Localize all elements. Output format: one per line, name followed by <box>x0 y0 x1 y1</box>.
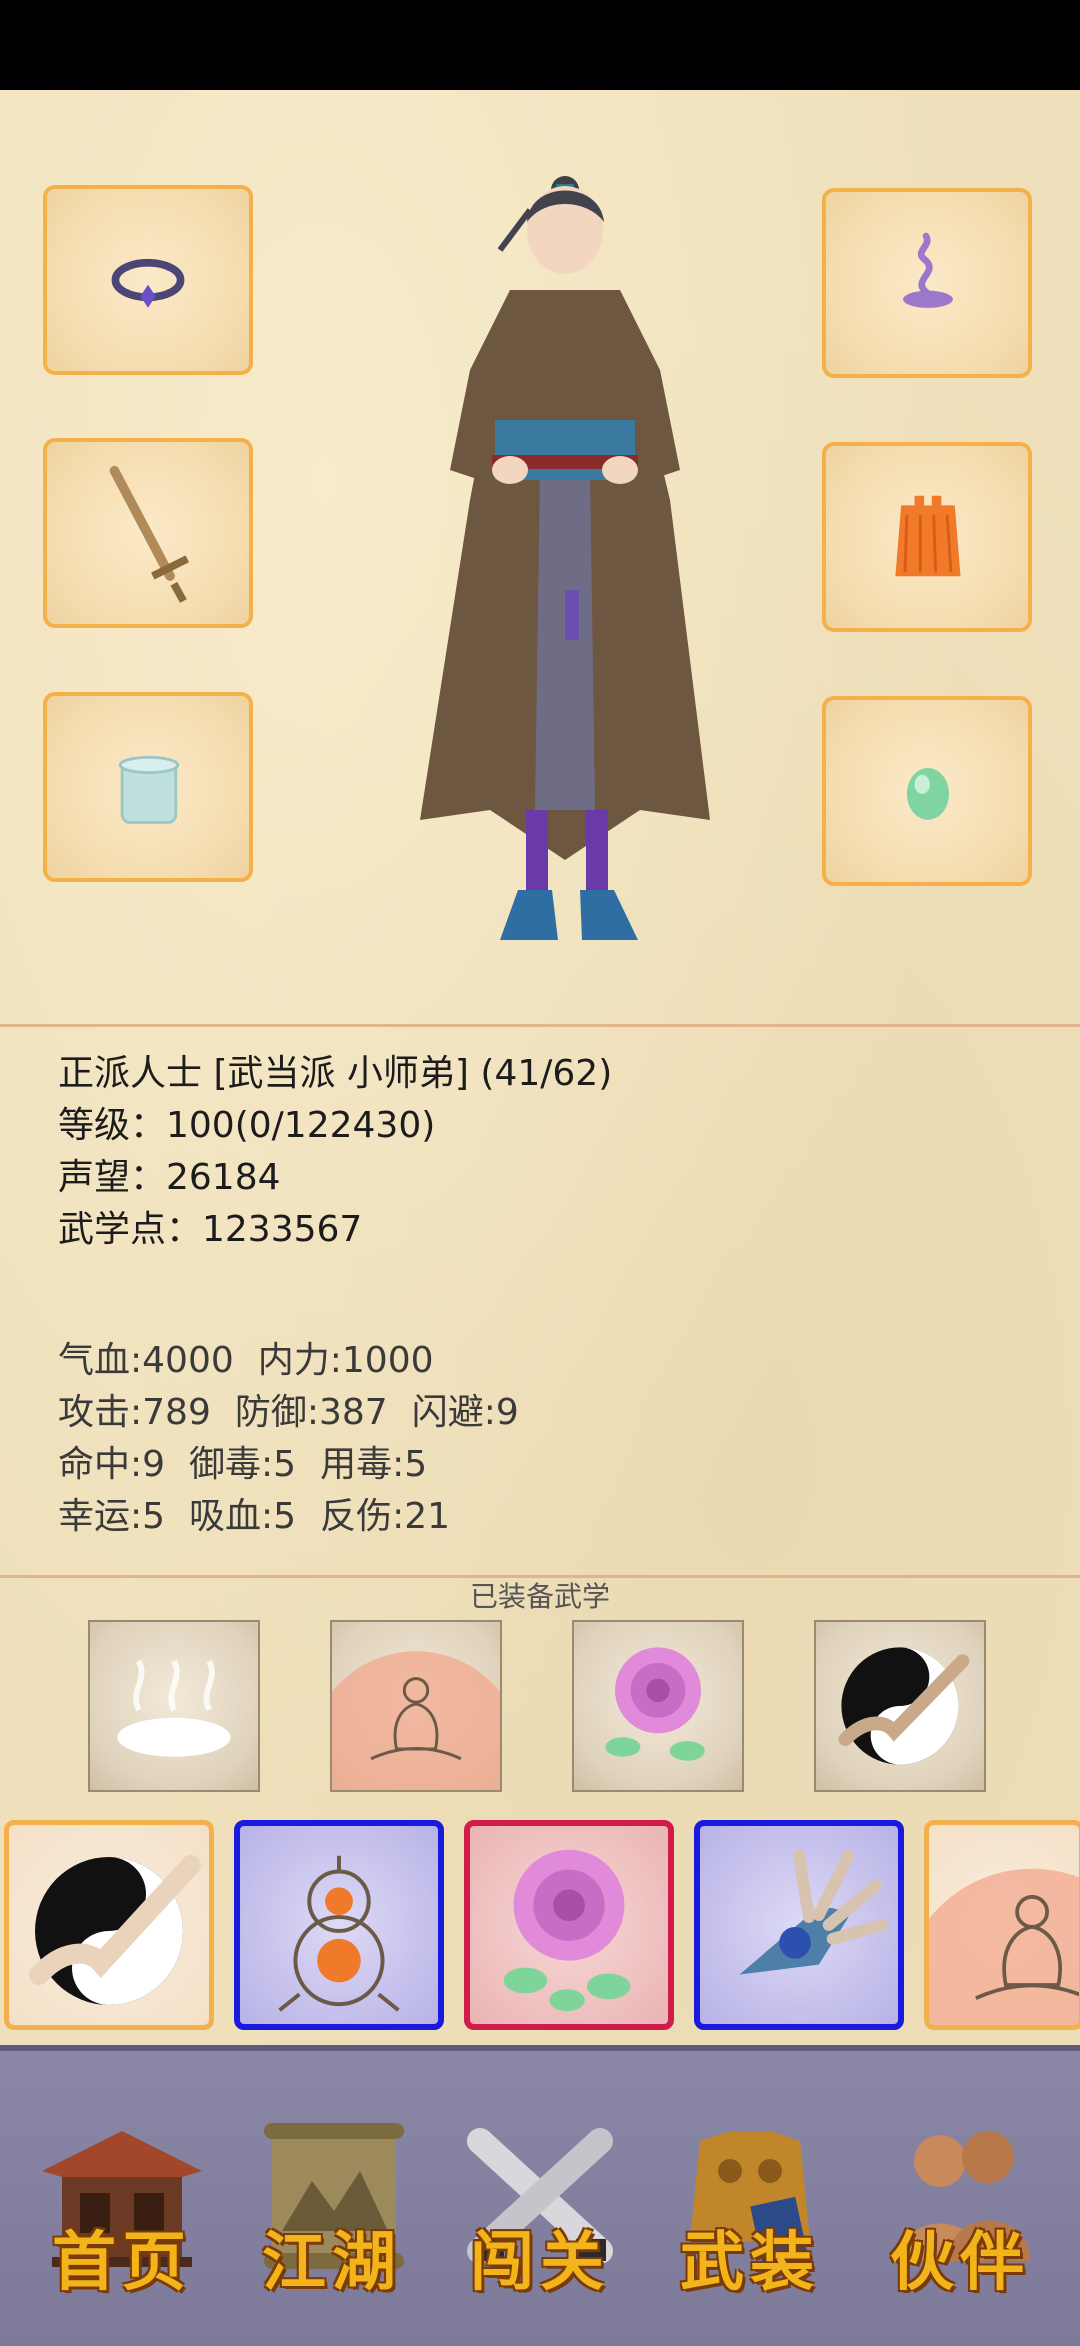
nav-challenge-label: 闯关 <box>470 2225 610 2300</box>
stat-hit: 命中:9 <box>58 1444 166 1485</box>
stat-poison-use: 用毒:5 <box>320 1444 428 1485</box>
sword-icon <box>109 465 189 603</box>
sect-title: 正派人士 [武当派 小师弟] (41/62) <box>58 1053 613 1094</box>
stat-attack: 攻击:789 <box>58 1392 211 1433</box>
stat-luck: 幸运:5 <box>58 1496 166 1537</box>
equipped-martial-slot-2[interactable] <box>308 1620 524 1867</box>
fame-line: 声望：26184 <box>58 1157 281 1198</box>
stat-lifesteal: 吸血:5 <box>189 1496 297 1537</box>
skill-card-meditation[interactable] <box>924 1820 1080 2030</box>
level-line: 等级：100(0/122430) <box>58 1105 436 1146</box>
equip-slot-incense[interactable] <box>822 188 1032 378</box>
stat-hp: 气血:4000 <box>58 1340 234 1381</box>
stat-defense: 防御:387 <box>234 1392 388 1433</box>
status-bar <box>0 0 1080 90</box>
stat-dodge: 闪避:9 <box>411 1392 519 1433</box>
skill-card-peony[interactable] <box>464 1820 674 2030</box>
skill-card-taiji[interactable] <box>4 1820 214 2030</box>
equipped-martial-slot-4[interactable] <box>814 1620 986 1792</box>
stat-poison-resist: 御毒:5 <box>189 1444 297 1485</box>
nav-gear-label: 武装 <box>680 2225 820 2300</box>
martial-points-line: 武学点：1233567 <box>58 1209 363 1250</box>
meditation-icon <box>308 1651 524 1867</box>
taiji-palm-icon <box>29 1855 201 2005</box>
claw-icon <box>739 1849 889 1975</box>
incense-icon <box>903 232 953 308</box>
stats-row: 命中:9 御毒:5 用毒:5 <box>58 1439 543 1491</box>
stats-row: 气血:4000 内力:1000 <box>58 1335 543 1387</box>
bracer-icon <box>118 755 180 824</box>
nav-partner[interactable]: 伙伴 <box>860 2111 1060 2311</box>
meditation-icon <box>929 1868 1079 2025</box>
attribute-stats: 气血:4000 内力:1000 攻击:789 防御:387 闪避:9 命中:9 御毒:5… <box>58 1335 543 1543</box>
equipped-martial-slot-3[interactable] <box>572 1620 744 1792</box>
equip-slot-weapon[interactable] <box>43 438 253 628</box>
peony-icon <box>605 1647 705 1761</box>
mist-icon <box>117 1659 231 1757</box>
skill-card-claw[interactable] <box>694 1820 904 2030</box>
nav-home-label: 首页 <box>52 2225 192 2300</box>
stat-internal: 内力:1000 <box>257 1340 434 1381</box>
equip-slot-jade[interactable] <box>822 696 1032 886</box>
peony-icon <box>503 1849 631 2012</box>
nav-gear[interactable]: 武装 <box>650 2111 850 2311</box>
divider-top <box>0 1024 1080 1027</box>
stat-reflect: 反伤:21 <box>320 1496 451 1537</box>
robe-icon <box>895 495 961 577</box>
jade-icon <box>906 768 950 820</box>
nav-jianghu[interactable]: 江湖 <box>232 2111 432 2311</box>
nav-home[interactable]: 首页 <box>22 2111 222 2311</box>
gourd-icon <box>278 1855 400 2012</box>
equipped-martial-title: 已装备武学 <box>469 1580 610 1613</box>
ring-icon <box>111 258 185 308</box>
character-info: 正派人士 [武当派 小师弟] (41/62) 等级：100(0/122430) … <box>58 1048 612 1256</box>
taiji-palm-icon <box>838 1647 970 1765</box>
skill-strip[interactable] <box>0 1812 1080 2040</box>
character-portrait <box>420 176 710 940</box>
stats-row: 幸运:5 吸血:5 反伤:21 <box>58 1491 543 1543</box>
skill-card-gourd[interactable] <box>234 1820 444 2030</box>
bottom-nav: 首页 江湖 闯关 武装 伙伴 <box>0 2045 1080 2346</box>
equip-slot-ring[interactable] <box>43 185 253 375</box>
equip-slot-armor[interactable] <box>822 442 1032 632</box>
equip-slot-bracer[interactable] <box>43 692 253 882</box>
nav-challenge[interactable]: 闯关 <box>440 2111 640 2311</box>
stats-row: 攻击:789 防御:387 闪避:9 <box>58 1387 543 1439</box>
equipped-martial-slot-1[interactable] <box>88 1620 260 1792</box>
nav-partner-label: 伙伴 <box>890 2225 1030 2300</box>
nav-jianghu-label: 江湖 <box>262 2225 402 2300</box>
